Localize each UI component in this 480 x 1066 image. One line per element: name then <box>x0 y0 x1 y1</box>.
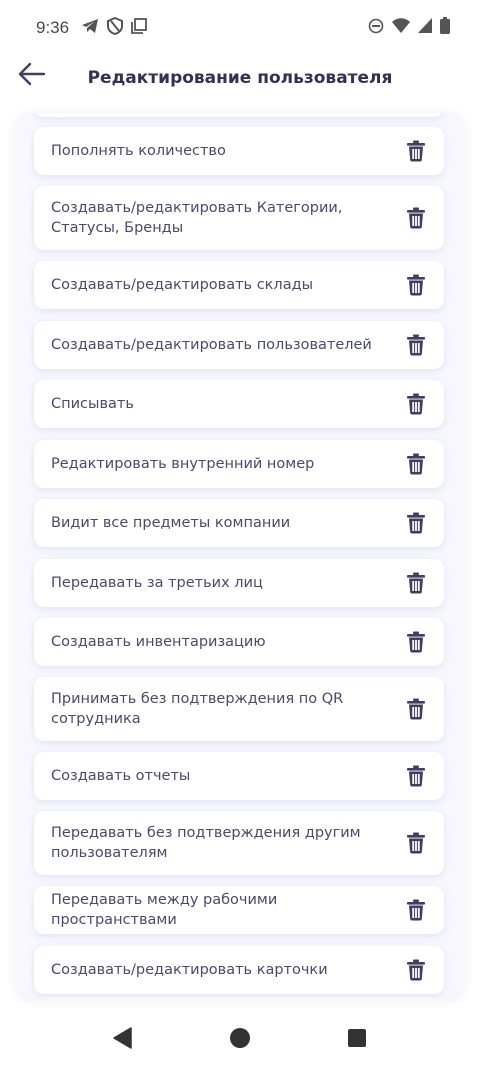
trash-icon[interactable] <box>404 511 428 535</box>
permission-label: Списывать <box>51 396 134 412</box>
permissions-panel[interactable]: Пополнять количество Создавать/редактиро… <box>17 113 463 997</box>
permission-item[interactable]: Редактировать внутренний номер <box>34 440 444 488</box>
trash-icon[interactable] <box>404 764 428 788</box>
trash-icon[interactable] <box>404 452 428 476</box>
permission-item[interactable]: Передавать за третьих лиц <box>34 559 444 607</box>
page-title: Редактирование пользователя <box>87 68 393 88</box>
trash-icon[interactable] <box>404 898 428 922</box>
permission-label: Редактировать внутренний номер <box>51 456 315 472</box>
permission-item[interactable]: Списывать <box>34 380 444 428</box>
permission-label: Создавать/редактировать Категории, Стату… <box>51 200 343 236</box>
permission-label: Пополнять количество <box>51 143 226 159</box>
trash-icon[interactable] <box>404 831 428 855</box>
permission-item[interactable]: Создавать/редактировать склады <box>34 261 444 309</box>
trash-icon[interactable] <box>404 206 428 230</box>
status-time: 9:36 <box>36 18 70 37</box>
wifi-icon <box>392 18 410 38</box>
permission-label: Передавать без подтверждения другим поль… <box>51 825 361 861</box>
home-circle-icon[interactable] <box>229 1027 251 1049</box>
permission-item[interactable] <box>34 113 444 117</box>
permission-item[interactable]: Видит все предметы компании <box>34 499 444 547</box>
trash-icon[interactable] <box>404 333 428 357</box>
shield-icon <box>107 16 124 40</box>
dnd-icon <box>368 18 384 39</box>
permission-label: Передавать за третьих лиц <box>51 575 263 591</box>
telegram-icon <box>81 18 99 39</box>
permission-item[interactable]: Принимать без подтверждения по QR сотруд… <box>34 677 444 741</box>
permission-item[interactable]: Передавать без подтверждения другим поль… <box>34 811 444 875</box>
system-nav-bar <box>0 1010 480 1066</box>
trash-icon[interactable] <box>404 273 428 297</box>
permission-item[interactable]: Пополнять количество <box>34 127 444 175</box>
permission-label: Создавать/редактировать карточки <box>51 962 328 978</box>
signal-icon <box>418 18 432 38</box>
permission-label: Принимать без подтверждения по QR сотруд… <box>51 691 344 727</box>
permission-label: Передавать между рабочими пространствами <box>51 892 278 928</box>
app-header: Редактирование пользователя <box>0 56 480 106</box>
trash-icon[interactable] <box>404 958 428 982</box>
permission-item[interactable]: Создавать/редактировать карточки <box>34 946 444 994</box>
recents-square-icon[interactable] <box>346 1027 368 1049</box>
permission-item[interactable]: Создавать инвентаризацию <box>34 618 444 666</box>
status-bar: 9:36 <box>0 0 480 56</box>
permission-label: Создавать/редактировать склады <box>51 277 314 293</box>
permission-label: Видит все предметы компании <box>51 515 291 531</box>
trash-icon[interactable] <box>404 392 428 416</box>
trash-icon[interactable] <box>404 630 428 654</box>
status-right <box>368 17 450 39</box>
permission-label: Создавать инвентаризацию <box>51 634 266 650</box>
trash-icon[interactable] <box>404 139 428 163</box>
permission-label: Создавать/редактировать пользователей <box>51 337 372 353</box>
permission-item[interactable]: Создавать отчеты <box>34 752 444 800</box>
status-left: 9:36 <box>36 16 147 40</box>
battery-icon <box>440 17 450 39</box>
trash-icon[interactable] <box>404 697 428 721</box>
trash-icon[interactable] <box>404 571 428 595</box>
permission-item[interactable]: Создавать/редактировать пользователей <box>34 321 444 369</box>
back-triangle-icon[interactable] <box>112 1027 134 1049</box>
permission-label: Создавать отчеты <box>51 768 191 784</box>
permission-item[interactable]: Создавать/редактировать Категории, Стату… <box>34 186 444 250</box>
permission-item[interactable]: Передавать между рабочими пространствами <box>34 886 444 934</box>
copy-icon <box>131 17 147 39</box>
